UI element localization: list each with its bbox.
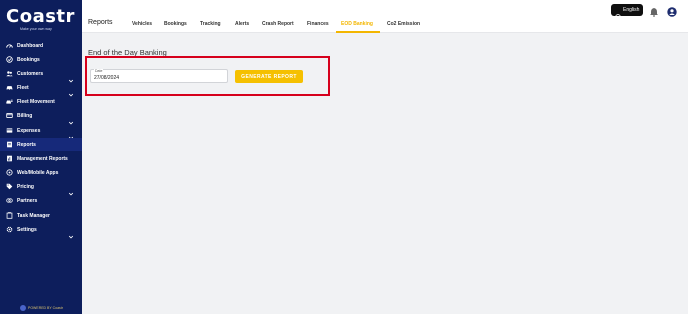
page-title: Reports [88,19,113,26]
tab-vehicles[interactable]: Vehicles [132,21,152,27]
language-button[interactable]: English [611,4,643,20]
tab-eod-banking[interactable]: EOD Banking [341,21,373,27]
generate-report-button[interactable]: GENERATE REPORT [235,70,303,83]
sidebar-item-label: Management Reports [17,155,68,162]
sidebar-item-partners[interactable]: Partners [0,194,82,207]
chevron-down-icon [68,227,74,238]
sidebar-item-label: Task Manager [17,212,50,219]
chevron-down-icon [68,184,74,195]
dashboard-icon [6,42,13,49]
chevron-down-icon [68,128,74,139]
sidebar-item-label: Web/Mobile Apps [17,169,59,176]
active-tab-indicator [336,31,380,33]
sidebar-item-label: Fleet [17,84,29,91]
chevron-down-icon [68,85,74,96]
sidebar-item-label: Settings [17,226,37,233]
apps-icon [6,169,13,176]
sidebar-item-fleet-movement[interactable]: Fleet Movement [0,95,82,108]
sidebar-item-management-reports[interactable]: Management Reports [0,152,82,165]
sidebar-item-label: Billing [17,112,33,119]
logo-text: Coastr [6,6,75,27]
sidebar-item-label: Fleet Movement [17,98,55,105]
sidebar-item-billing[interactable]: Billing [0,109,82,124]
sidebar-item-label: Bookings [17,56,40,63]
powered-by-text: POWERED BY Coastr [28,306,63,310]
tab-finances[interactable]: Finances [307,21,329,27]
generate-report-label: GENERATE REPORT [241,73,297,80]
date-field[interactable]: Date [90,69,228,83]
sidebar-item-pricing[interactable]: Pricing [0,180,82,195]
partners-icon [6,197,13,204]
sidebar-item-web-mobile-apps[interactable]: Web/Mobile Apps [0,166,82,179]
sidebar-item-label: Expenses [17,127,41,134]
date-input[interactable] [94,75,224,81]
tab-tracking[interactable]: Tracking [200,21,221,27]
globe-icon [615,7,621,20]
sidebar-item-dashboard[interactable]: Dashboard [0,39,82,52]
language-label: English [623,7,640,13]
date-field-label: Date [94,69,104,73]
customers-icon [6,70,13,77]
tab-bookings[interactable]: Bookings [164,21,187,27]
bell-icon[interactable] [649,4,659,17]
task-icon [6,212,13,219]
user-avatar-icon[interactable] [667,4,677,17]
sidebar-item-customers[interactable]: Customers [0,67,82,82]
sidebar-item-reports[interactable]: Reports [0,138,82,151]
bookings-icon [6,56,13,63]
logo-tagline: Make your own way [20,27,52,31]
sidebar-item-label: Partners [17,197,38,204]
sidebar-item-label: Dashboard [17,42,44,49]
car-icon [6,84,13,91]
coastr-small-logo-icon [20,305,26,311]
chevron-down-icon [68,71,74,82]
tab-co2-emission[interactable]: Co2 Emission [387,21,420,27]
sidebar-item-fleet[interactable]: Fleet [0,81,82,96]
top-bar: Reports Vehicles Bookings Tracking Alert… [82,0,688,33]
sidebar-item-label: Customers [17,70,44,77]
sidebar-item-task-manager[interactable]: Task Manager [0,209,82,222]
sidebar-item-label: Reports [17,141,36,148]
expenses-icon [6,127,13,134]
billing-icon [6,112,13,119]
powered-by: POWERED BY Coastr [20,305,63,311]
sidebar-item-bookings[interactable]: Bookings [0,53,82,66]
tab-alerts[interactable]: Alerts [235,21,249,27]
tag-icon [6,183,13,190]
sidebar-item-expenses[interactable]: Expenses [0,124,82,139]
gear-icon [6,226,13,233]
reports-icon [6,141,13,148]
tab-crash-report[interactable]: Crash Report [262,21,294,27]
management-reports-icon [6,155,13,162]
sidebar-item-label: Pricing [17,183,34,190]
fleet-movement-icon [6,98,13,105]
sidebar-item-settings[interactable]: Settings [0,223,82,238]
sidebar: Coastr Make your own way Dashboard Booki… [0,0,82,314]
chevron-down-icon [68,113,74,124]
coastr-logo[interactable]: Coastr Make your own way [6,8,74,34]
